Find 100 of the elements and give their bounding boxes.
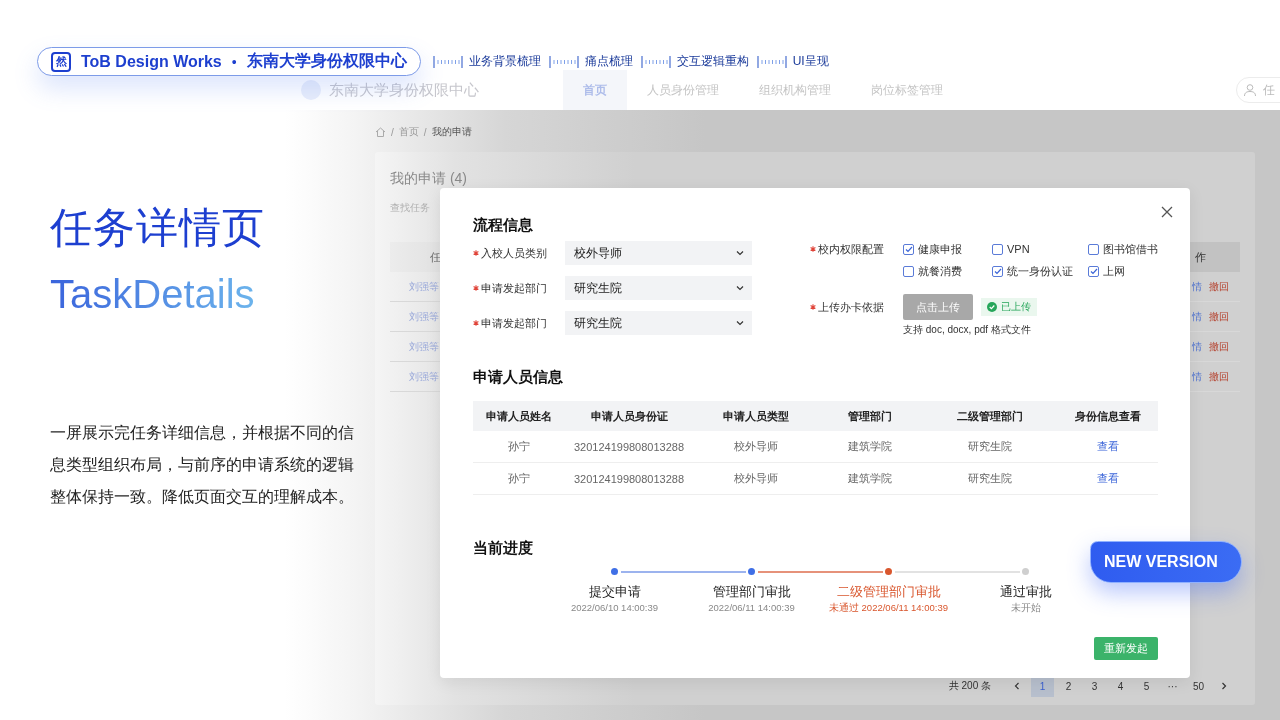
required-icon (473, 285, 479, 291)
column-header: 身份信息查看 (1058, 401, 1158, 431)
field-label: 申请发起部门 (481, 315, 547, 331)
table-cell: 孙宁 (473, 462, 565, 495)
checkbox[interactable] (1088, 265, 1099, 277)
field-label: 上传办卡依据 (818, 299, 884, 315)
checkbox-label[interactable]: 健康申报 (918, 241, 962, 257)
details-link[interactable]: 情 (1192, 279, 1202, 294)
breadcrumb-link[interactable]: 首页 (398, 125, 419, 139)
step-dot (748, 568, 755, 575)
section-title: 流程信息 (473, 215, 534, 235)
upload-button[interactable]: 点击上传 (903, 294, 973, 320)
table-cell: 校外导师 (693, 431, 818, 463)
column-header: 申请人员姓名 (473, 401, 565, 431)
check-icon (1089, 267, 1098, 275)
details-link[interactable]: 情 (1192, 369, 1202, 384)
page-button[interactable]: 4 (1109, 675, 1132, 697)
table-cell: 研究生院 (922, 462, 1058, 495)
user-name: 任 (1263, 81, 1275, 99)
column-header: 申请人员类型 (693, 401, 818, 431)
total-count: 共 200 条 (948, 679, 991, 693)
applicant-link[interactable]: 刘强等 (409, 339, 441, 354)
step-label: UI呈现 (792, 53, 829, 70)
breadcrumb-separator: / (423, 126, 427, 138)
page-button[interactable]: 50 (1187, 675, 1210, 697)
ruler-icon (548, 54, 579, 69)
checkbox-label[interactable]: VPN (1007, 243, 1030, 255)
home-icon (375, 127, 386, 137)
field-label: 入校人员类别 (481, 245, 547, 261)
checkbox[interactable] (992, 243, 1003, 255)
hint-text: 支持 doc, docx, pdf 格式文件 (903, 323, 1032, 337)
details-link[interactable]: 情 (1192, 339, 1202, 354)
table-cell: 320124199808013288 (565, 462, 693, 495)
required-icon (473, 320, 479, 326)
dropdown[interactable]: 研究生院 (565, 276, 752, 300)
table-cell: 孙宁 (473, 431, 565, 463)
chevron-icon (736, 285, 744, 291)
step-label: 通过审批 (999, 584, 1052, 601)
resubmit-button[interactable]: 重新发起 (1094, 637, 1158, 660)
required-icon (473, 250, 479, 256)
check-circle-icon (987, 302, 997, 312)
close-icon[interactable] (1161, 206, 1173, 218)
checkbox-label[interactable]: 图书馆借书 (1103, 241, 1158, 257)
brand-name: ToB Design Works (81, 52, 222, 71)
status-text: 已上传 (1001, 300, 1031, 314)
prev-page-icon[interactable] (1014, 682, 1020, 690)
revoke-link[interactable]: 撤回 (1209, 279, 1229, 294)
logo-mark: 然 (51, 51, 71, 72)
version-badge: NEW VERSION (1090, 541, 1242, 583)
page-button[interactable]: 5 (1135, 675, 1158, 697)
applicant-link[interactable]: 刘强等 (409, 279, 441, 294)
breadcrumb-link[interactable]: 我的申请 (431, 125, 472, 139)
field-label: 校内权限配置 (818, 241, 884, 257)
dropdown[interactable]: 校外导师 (565, 241, 752, 265)
section-title: 申请人员信息 (473, 367, 564, 387)
next-page-icon[interactable] (1221, 682, 1227, 690)
step-detail: 未通过 2022/06/11 14:00:39 (828, 601, 949, 615)
chevron-icon (736, 320, 744, 326)
page-button[interactable]: 2 (1057, 675, 1080, 697)
checkbox[interactable] (903, 243, 914, 255)
checkbox[interactable] (903, 265, 914, 277)
logo-icon (301, 80, 321, 100)
page-button[interactable]: 3 (1083, 675, 1106, 697)
ruler-icon (432, 54, 463, 69)
checkbox[interactable] (992, 265, 1003, 277)
column-header: 任 (430, 249, 441, 265)
table-cell: 研究生院 (922, 431, 1058, 463)
revoke-link[interactable]: 撤回 (1209, 339, 1229, 354)
step-label: 业务背景梳理 (468, 53, 541, 70)
checkbox-label[interactable]: 上网 (1103, 263, 1125, 279)
table-cell: 建筑学院 (818, 462, 922, 495)
step-label: 交互逻辑重构 (676, 53, 749, 70)
page-button[interactable]: ··· (1161, 675, 1184, 697)
revoke-link[interactable]: 撤回 (1209, 309, 1229, 324)
step-dot (611, 568, 618, 575)
checkbox-label[interactable]: 统一身份认证 (1007, 263, 1073, 279)
user-icon (1243, 83, 1257, 97)
separator-dot: • (231, 53, 237, 70)
revoke-link[interactable]: 撤回 (1209, 369, 1229, 384)
dropdown[interactable]: 研究生院 (565, 311, 752, 335)
step-label: 二级管理部门审批 (836, 584, 941, 601)
details-link[interactable]: 情 (1192, 309, 1202, 324)
view-link[interactable]: 查看 (1097, 472, 1119, 484)
check-icon (993, 267, 1002, 275)
step-label: 痛点梳理 (584, 53, 633, 70)
applicant-link[interactable]: 刘强等 (409, 369, 441, 384)
project-title: 东南大学身份权限中心 (246, 51, 407, 71)
required-icon (810, 304, 816, 310)
view-link[interactable]: 查看 (1097, 440, 1119, 452)
checkbox-label[interactable]: 就餐消费 (918, 263, 962, 279)
ruler-icon (640, 54, 671, 69)
table-cell: 320124199808013288 (565, 431, 693, 463)
field-label: 申请发起部门 (481, 280, 547, 296)
checkbox[interactable] (1088, 243, 1099, 255)
step-label: 提交申请 (588, 584, 641, 601)
table-cell: 校外导师 (693, 462, 818, 495)
step-dot (1022, 568, 1029, 575)
applicant-link[interactable]: 刘强等 (409, 309, 441, 324)
ruler-icon (756, 54, 787, 69)
page-heading: 任务详情页 (50, 203, 266, 253)
